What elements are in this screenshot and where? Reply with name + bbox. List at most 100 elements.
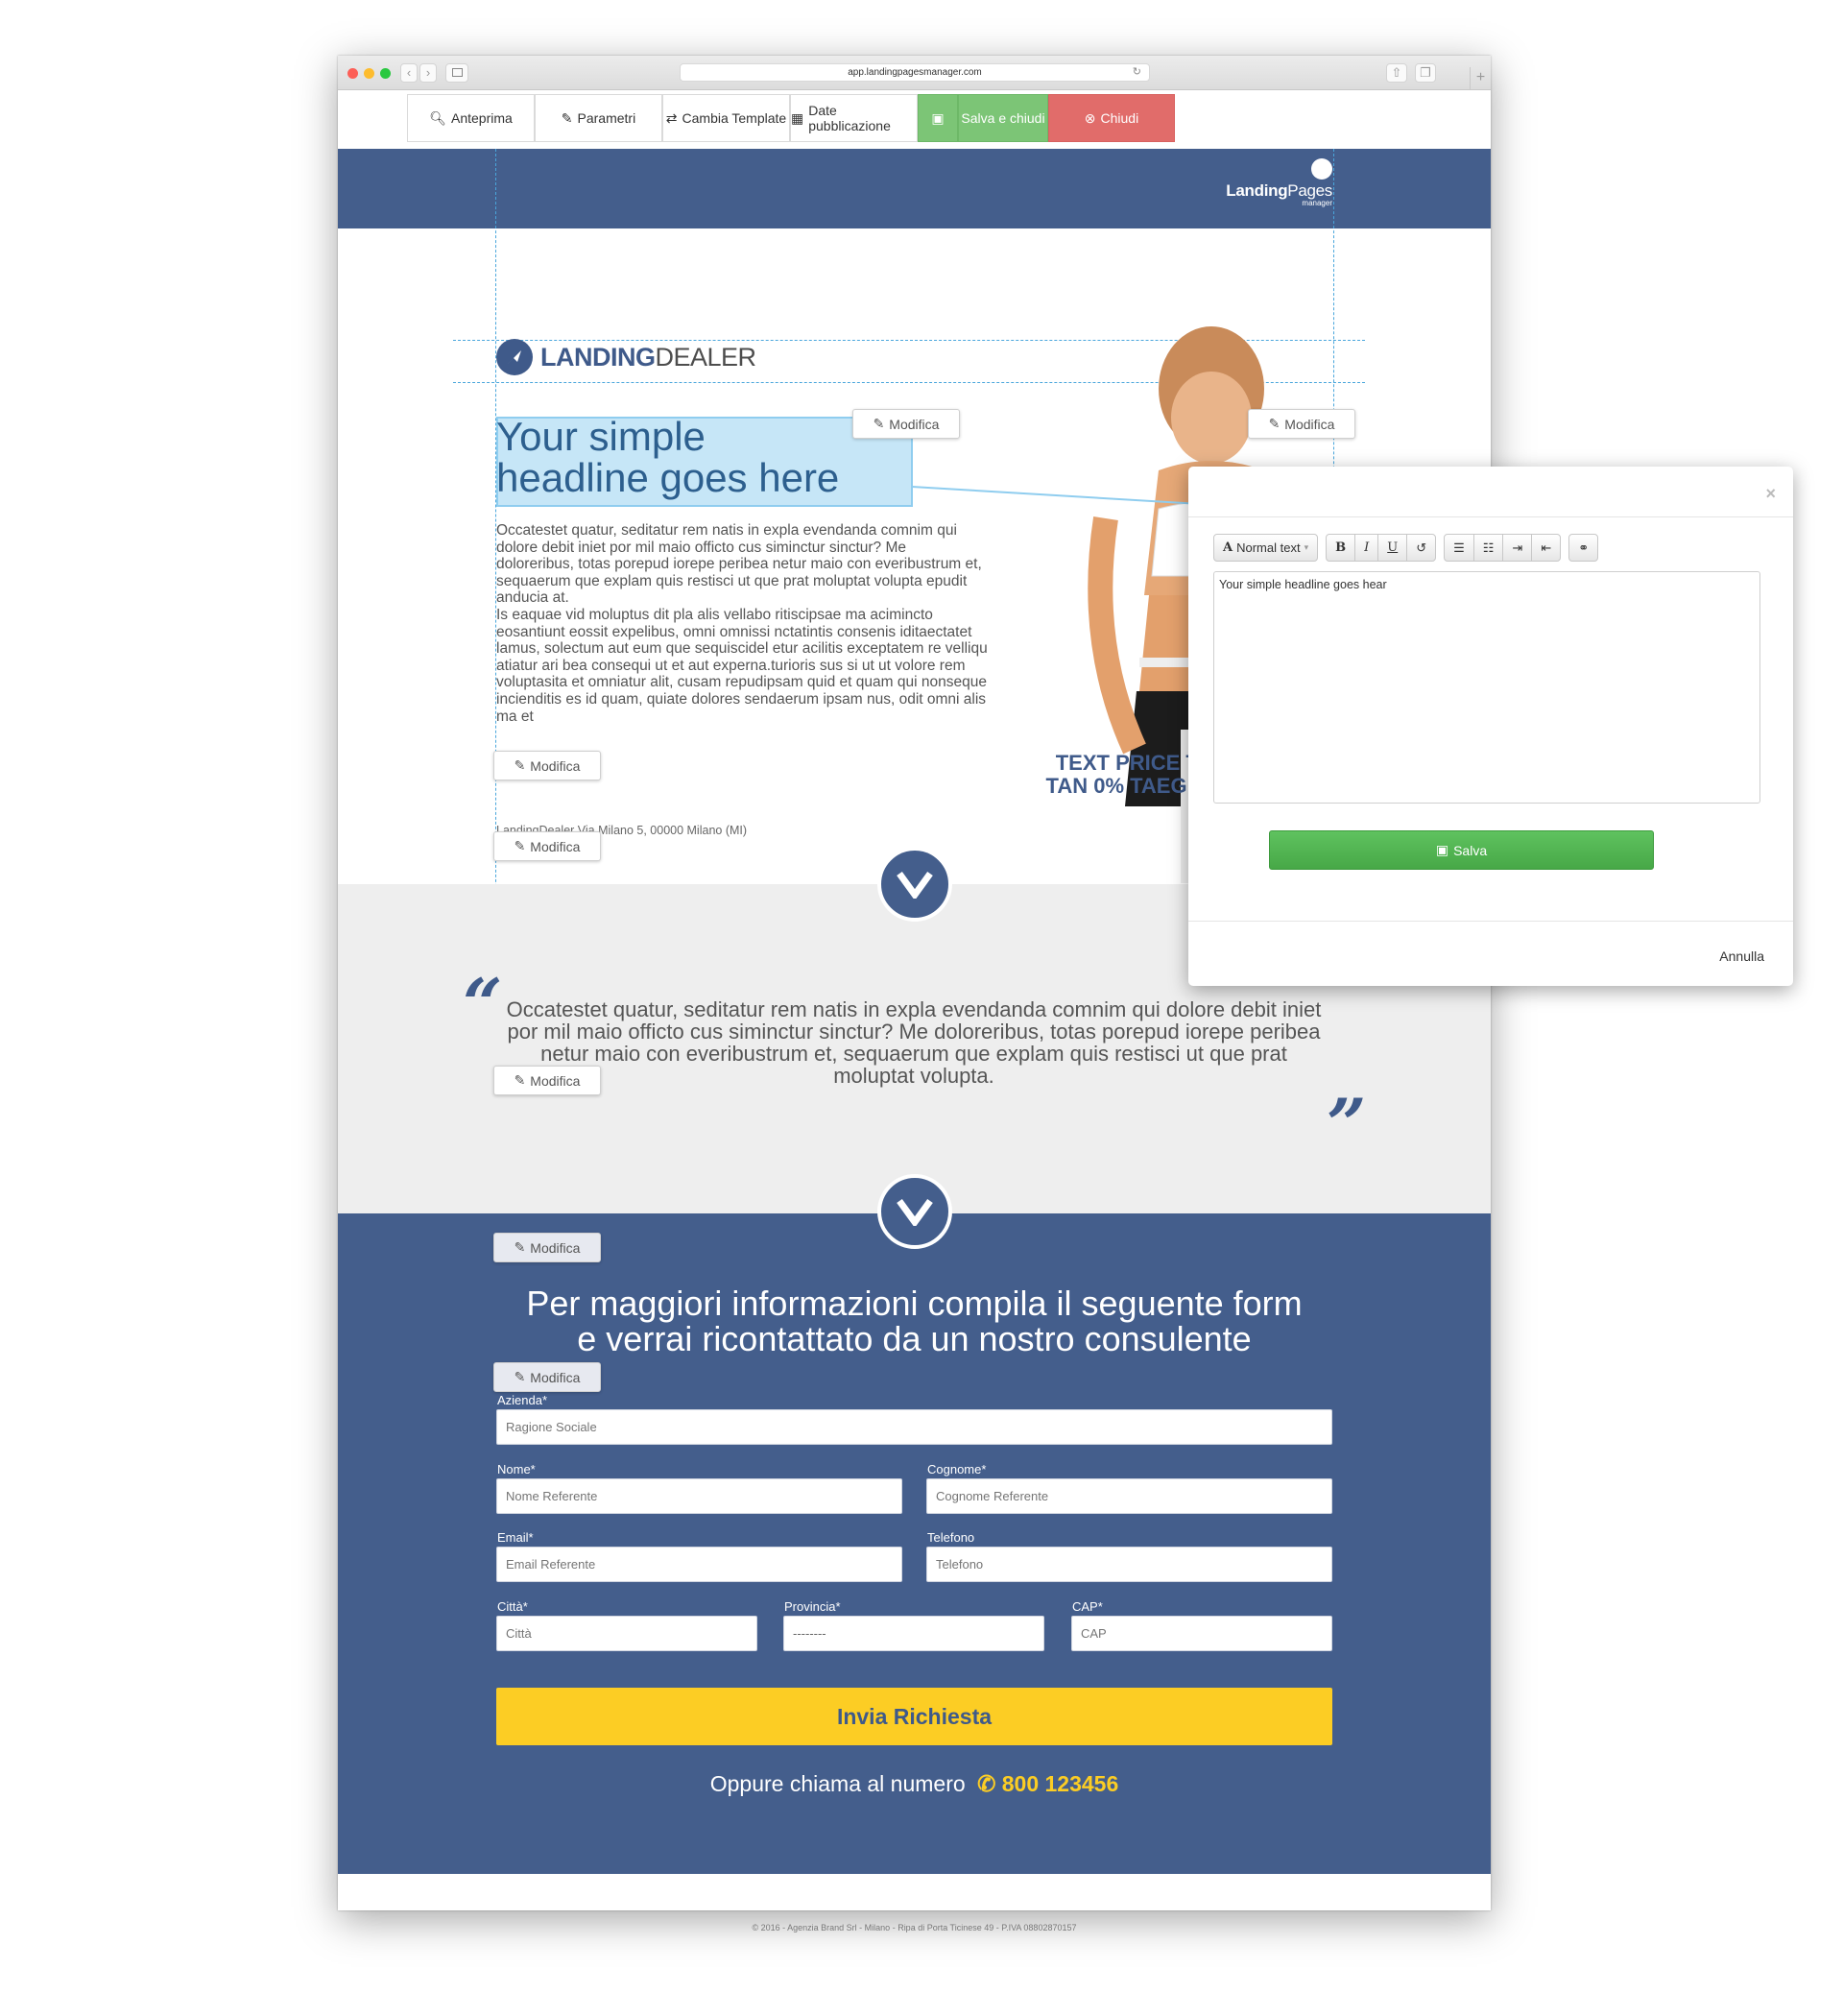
pencil-icon: ✎ bbox=[514, 1072, 526, 1088]
modal-divider bbox=[1188, 516, 1793, 517]
province-select[interactable]: -------- bbox=[783, 1616, 1044, 1651]
quote-text[interactable]: Occatestet quatur, seditatur rem natis i… bbox=[505, 998, 1323, 1087]
forward-button[interactable]: › bbox=[419, 63, 437, 83]
scroll-down-button[interactable] bbox=[877, 1174, 952, 1249]
email-input[interactable] bbox=[496, 1547, 902, 1582]
hero-body-text[interactable]: Occatestet quatur, seditatur rem natis i… bbox=[496, 522, 988, 725]
parameters-button[interactable]: ✎ Parametri bbox=[535, 94, 662, 142]
submit-request-button[interactable]: Invia Richiesta bbox=[496, 1688, 1332, 1745]
undo-button[interactable]: ↺ bbox=[1407, 535, 1435, 561]
edit-label: Modifica bbox=[530, 1072, 581, 1089]
cap-input[interactable] bbox=[1071, 1616, 1332, 1651]
call-text: Oppure chiama al numero bbox=[709, 1771, 966, 1796]
chevron-down-icon bbox=[897, 1198, 933, 1226]
italic-button[interactable]: I bbox=[1355, 535, 1379, 561]
tabs-icon: ❐ bbox=[1420, 65, 1431, 80]
search-icon: 🔍︎ bbox=[429, 109, 446, 126]
city-input[interactable] bbox=[496, 1616, 757, 1651]
email-label: Email* bbox=[497, 1530, 534, 1545]
preview-button[interactable]: 🔍︎ Anteprima bbox=[407, 94, 535, 142]
tabs-button[interactable]: ❐ bbox=[1415, 63, 1436, 83]
edit-image-button[interactable]: ✎ Modifica bbox=[1248, 409, 1355, 439]
chevron-left-icon: ‹ bbox=[406, 65, 412, 80]
hero-headline[interactable]: Your simple headline goes here bbox=[496, 416, 839, 498]
edit-form-title-button[interactable]: ✎ Modifica bbox=[493, 1233, 601, 1262]
edit-body-button[interactable]: ✎ Modifica bbox=[493, 751, 601, 780]
last-name-input[interactable] bbox=[926, 1478, 1332, 1514]
edit-label: Modifica bbox=[530, 1239, 581, 1256]
pencil-icon: ✎ bbox=[873, 416, 885, 431]
rocket-bubble-icon bbox=[496, 339, 533, 375]
open-quote-icon: “ bbox=[463, 963, 503, 1044]
last-name-label: Cognome* bbox=[927, 1462, 987, 1476]
landingdealer-logo: LANDINGDEALER bbox=[496, 339, 756, 375]
edit-address-button[interactable]: ✎ Modifica bbox=[493, 831, 601, 861]
first-name-input[interactable] bbox=[496, 1478, 902, 1514]
headline-line-1: Your simple bbox=[496, 414, 706, 459]
pencil-icon: ✎ bbox=[514, 757, 526, 773]
first-name-label: Nome* bbox=[497, 1462, 536, 1476]
company-input[interactable] bbox=[496, 1409, 1332, 1445]
pencil-icon: ✎ bbox=[1268, 416, 1281, 431]
address-bar[interactable]: app.landingpagesmanager.com ↻ bbox=[680, 63, 1150, 82]
reload-icon[interactable]: ↻ bbox=[1133, 64, 1141, 81]
format-label: Normal text bbox=[1236, 540, 1301, 555]
link-button[interactable]: ⚭ bbox=[1569, 535, 1597, 561]
underline-button[interactable]: U bbox=[1378, 535, 1408, 561]
numbered-list-icon: ☷ bbox=[1482, 540, 1495, 555]
font-icon: A bbox=[1223, 540, 1233, 555]
modal-save-button[interactable]: ▣ Salva bbox=[1269, 830, 1654, 870]
close-label: Chiudi bbox=[1100, 110, 1139, 126]
text-editor-modal: × A Normal text ▾ B I U ↺ ☰ ☷ ⇥ ⇤ ⚭ Your… bbox=[1188, 467, 1793, 986]
bullet-list-button[interactable]: ☰ bbox=[1445, 535, 1474, 561]
edit-form-button[interactable]: ✎ Modifica bbox=[493, 1362, 601, 1392]
outdent-button[interactable]: ⇤ bbox=[1532, 535, 1560, 561]
editor-toolbar: 🔍︎ Anteprima ✎ Parametri ⇄ Cambia Templa… bbox=[407, 94, 1175, 142]
pencil-icon: ✎ bbox=[514, 1369, 526, 1384]
indent-button[interactable]: ⇥ bbox=[1503, 535, 1533, 561]
preview-label: Anteprima bbox=[450, 110, 513, 126]
share-button[interactable]: ⇧ bbox=[1386, 63, 1407, 83]
close-editor-button[interactable]: ⊗ Chiudi bbox=[1048, 94, 1175, 142]
browser-chrome: ‹ › app.landingpagesmanager.com ↻ ⇧ ❐ + bbox=[338, 56, 1491, 90]
edit-label: Modifica bbox=[530, 1369, 581, 1385]
new-tab-button[interactable]: + bbox=[1470, 67, 1491, 90]
back-button[interactable]: ‹ bbox=[400, 63, 418, 83]
maximize-window-button[interactable] bbox=[380, 68, 391, 79]
cancel-button[interactable]: Annulla bbox=[1719, 948, 1764, 964]
close-circle-icon: ⊗ bbox=[1084, 109, 1096, 126]
link-icon: ⚭ bbox=[1578, 540, 1590, 555]
body-paragraph-1: Occatestet quatur, seditatur rem natis i… bbox=[496, 522, 982, 607]
change-template-button[interactable]: ⇄ Cambia Template bbox=[662, 94, 790, 142]
phone-icon: ✆ bbox=[977, 1771, 996, 1796]
form-title-line-1: Per maggiori informazioni compila il seg… bbox=[526, 1284, 1303, 1323]
scroll-down-button[interactable] bbox=[877, 847, 952, 922]
publish-dates-button[interactable]: ▦ Date pubblicazione bbox=[790, 94, 918, 142]
modal-save-label: Salva bbox=[1453, 842, 1488, 858]
edit-headline-button[interactable]: ✎ Modifica bbox=[852, 409, 960, 439]
text-format-dropdown[interactable]: A Normal text ▾ bbox=[1214, 535, 1317, 561]
brand-bold-text: LANDING bbox=[540, 342, 656, 372]
headline-line-2: headline goes here bbox=[496, 455, 840, 500]
bold-button[interactable]: B bbox=[1327, 535, 1356, 561]
close-icon[interactable]: × bbox=[1765, 484, 1776, 504]
minimize-window-button[interactable] bbox=[364, 68, 374, 79]
sidebar-button[interactable] bbox=[445, 63, 468, 83]
save-button[interactable]: ▣ bbox=[918, 94, 958, 142]
province-label: Provincia* bbox=[784, 1599, 841, 1614]
parameters-label: Parametri bbox=[577, 110, 636, 126]
outdent-icon: ⇤ bbox=[1541, 540, 1552, 555]
exchange-icon: ⇄ bbox=[665, 109, 678, 126]
phone-input[interactable] bbox=[926, 1547, 1332, 1582]
edit-quote-button[interactable]: ✎ Modifica bbox=[493, 1066, 601, 1095]
brand-light-text: DEALER bbox=[655, 342, 757, 372]
save-and-close-button[interactable]: Salva e chiudi bbox=[958, 94, 1048, 142]
form-title[interactable]: Per maggiori informazioni compila il seg… bbox=[434, 1285, 1395, 1356]
change-template-label: Cambia Template bbox=[682, 110, 787, 126]
phone-number[interactable]: 800 123456 bbox=[1002, 1771, 1119, 1796]
editor-textarea[interactable]: Your simple headline goes hear bbox=[1213, 571, 1760, 804]
numbered-list-button[interactable]: ☷ bbox=[1474, 535, 1504, 561]
close-window-button[interactable] bbox=[347, 68, 358, 79]
publish-dates-label: Date pubblicazione bbox=[808, 103, 891, 133]
url-text: app.landingpagesmanager.com bbox=[848, 67, 982, 78]
